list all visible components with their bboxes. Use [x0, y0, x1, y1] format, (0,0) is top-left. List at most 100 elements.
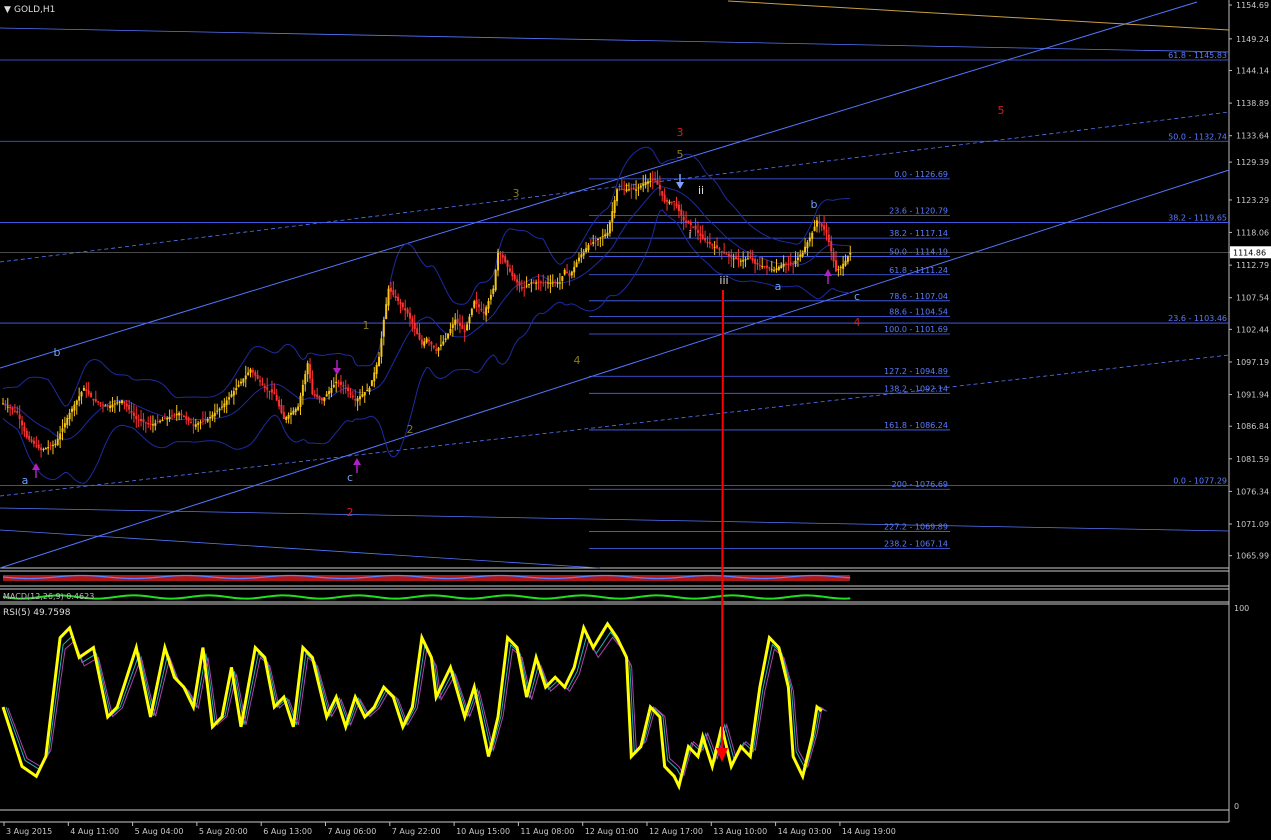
candle-body[interactable] [235, 387, 238, 391]
candle-body[interactable] [820, 223, 823, 227]
candle-body[interactable] [54, 443, 57, 446]
candle-body[interactable] [230, 394, 233, 397]
candle-body[interactable] [168, 416, 171, 419]
candle-body[interactable] [525, 285, 528, 287]
candle-body[interactable] [80, 392, 83, 397]
candle-body[interactable] [501, 255, 504, 258]
candle-body[interactable] [144, 422, 147, 424]
candle-body[interactable] [699, 233, 702, 236]
candle-body[interactable] [637, 187, 640, 189]
candle-body[interactable] [780, 265, 783, 269]
candle-body[interactable] [339, 381, 342, 385]
candle-body[interactable] [11, 407, 14, 410]
candle-body[interactable] [589, 243, 592, 245]
candle-body[interactable] [292, 410, 295, 415]
candle-body[interactable] [85, 389, 88, 392]
candle-body[interactable] [128, 405, 131, 410]
candle-body[interactable] [194, 424, 197, 427]
candle-body[interactable] [344, 387, 347, 389]
candle-body[interactable] [192, 424, 195, 426]
candle-body[interactable] [796, 257, 799, 260]
candle-body[interactable] [706, 241, 709, 243]
candle-body[interactable] [256, 374, 259, 379]
candle-body[interactable] [735, 256, 738, 260]
candle-body[interactable] [480, 308, 483, 311]
candle-body[interactable] [844, 260, 847, 266]
candle-body[interactable] [261, 383, 264, 385]
candle-body[interactable] [661, 190, 664, 196]
candle-body[interactable] [775, 268, 778, 270]
candle-body[interactable] [504, 256, 507, 263]
candle-body[interactable] [44, 447, 47, 450]
candle-body[interactable] [116, 402, 119, 404]
candle-body[interactable] [6, 406, 9, 408]
candle-body[interactable] [737, 257, 740, 260]
candle-body[interactable] [713, 246, 716, 248]
candle-body[interactable] [656, 179, 659, 185]
candle-body[interactable] [613, 200, 616, 213]
candle-body[interactable] [535, 282, 538, 284]
candle-body[interactable] [61, 428, 64, 432]
candle-body[interactable] [275, 394, 278, 401]
candle-body[interactable] [211, 414, 214, 418]
candle-body[interactable] [758, 265, 761, 267]
candle-body[interactable] [773, 270, 776, 272]
candle-body[interactable] [247, 372, 250, 376]
candle-body[interactable] [506, 260, 509, 267]
candle-body[interactable] [711, 244, 714, 246]
candle-body[interactable] [654, 179, 657, 181]
candle-body[interactable] [842, 263, 845, 269]
candle-body[interactable] [749, 257, 752, 259]
candle-body[interactable] [508, 268, 511, 272]
candle-body[interactable] [646, 181, 649, 184]
candle-body[interactable] [380, 338, 383, 357]
candle-body[interactable] [73, 404, 76, 411]
candle-body[interactable] [328, 391, 331, 395]
candle-body[interactable] [551, 282, 554, 284]
candle-body[interactable] [601, 235, 604, 237]
candle-body[interactable] [254, 372, 257, 376]
candle-body[interactable] [111, 404, 114, 408]
candle-body[interactable] [113, 403, 116, 405]
candle-body[interactable] [537, 281, 540, 283]
candle-body[interactable] [708, 241, 711, 244]
candle-body[interactable] [568, 273, 571, 277]
candle-body[interactable] [175, 413, 178, 416]
candle-body[interactable] [770, 269, 773, 271]
candle-body[interactable] [532, 282, 535, 284]
candle-body[interactable] [620, 188, 623, 190]
candle-body[interactable] [456, 318, 459, 323]
candle-body[interactable] [444, 338, 447, 340]
candle-body[interactable] [225, 400, 228, 405]
candle-body[interactable] [266, 387, 269, 390]
candle-body[interactable] [823, 225, 826, 230]
candle-body[interactable] [625, 189, 628, 192]
candle-body[interactable] [485, 307, 488, 316]
candle-body[interactable] [670, 201, 673, 203]
candle-body[interactable] [825, 229, 828, 233]
candle-body[interactable] [432, 345, 435, 348]
candle-body[interactable] [392, 290, 395, 295]
candle-body[interactable] [447, 333, 450, 339]
candle-body[interactable] [466, 324, 469, 331]
candle-body[interactable] [56, 438, 59, 445]
candle-body[interactable] [618, 188, 621, 190]
candle-body[interactable] [716, 245, 718, 249]
candle-body[interactable] [649, 180, 652, 182]
candle-body[interactable] [556, 282, 559, 284]
candle-body[interactable] [223, 403, 226, 408]
candle-body[interactable] [9, 406, 12, 409]
candle-body[interactable] [523, 287, 526, 289]
candle-body[interactable] [335, 381, 338, 384]
candle-body[interactable] [40, 447, 43, 451]
candle-body[interactable] [687, 220, 690, 224]
candle-body[interactable] [423, 341, 426, 346]
candle-body[interactable] [385, 304, 388, 320]
candle-body[interactable] [470, 308, 473, 316]
candle-body[interactable] [259, 380, 262, 382]
candle-body[interactable] [696, 230, 699, 233]
candle-body[interactable] [99, 402, 102, 404]
candle-body[interactable] [278, 399, 281, 407]
candle-body[interactable] [756, 262, 759, 265]
candle-body[interactable] [163, 418, 166, 420]
